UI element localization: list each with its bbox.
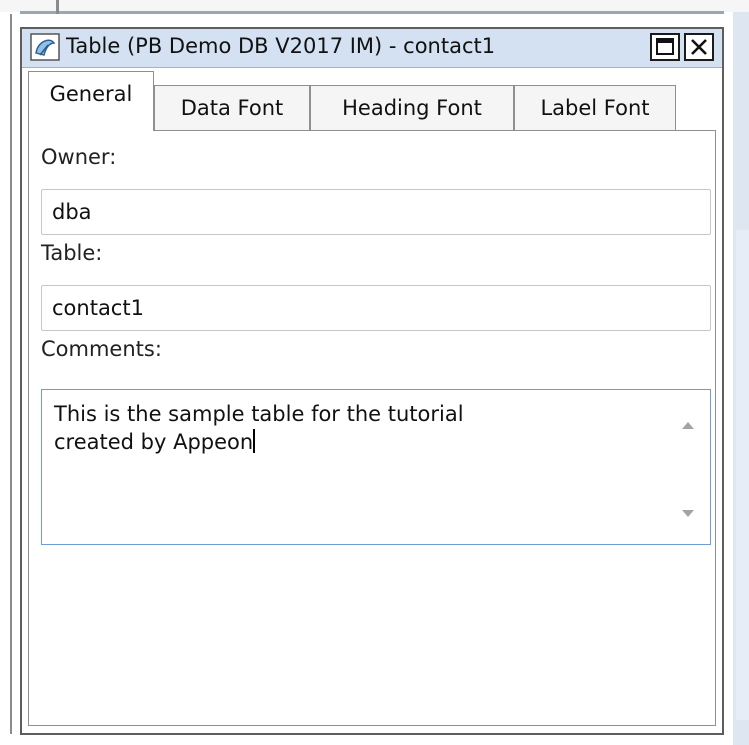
- general-tab-panel: Owner: dba Table: contact1 Comments: Thi…: [28, 130, 716, 726]
- maximize-icon: [656, 38, 674, 55]
- tab-general[interactable]: General: [28, 71, 154, 131]
- table-label: Table:: [41, 241, 103, 265]
- maximize-button[interactable]: [650, 33, 680, 61]
- background-splitter-notch: [56, 0, 59, 14]
- background-left-divider: [10, 14, 12, 734]
- window-title: Table (PB Demo DB V2017 IM) - contact1: [66, 34, 496, 58]
- owner-label: Owner:: [41, 145, 117, 169]
- tab-general-label: General: [49, 82, 133, 106]
- tab-heading-font-label: Heading Font: [342, 96, 482, 120]
- scroll-up-arrow-icon[interactable]: [678, 418, 698, 432]
- text-caret: [253, 429, 256, 453]
- tab-heading-font[interactable]: Heading Font: [310, 85, 514, 131]
- background-right-scroll-track: [736, 230, 749, 720]
- table-name-field[interactable]: contact1: [41, 285, 711, 331]
- comments-label: Comments:: [41, 337, 162, 361]
- comments-value: This is the sample table for the tutoria…: [54, 402, 464, 454]
- table-properties-icon: [30, 33, 60, 61]
- table-properties-window: Table (PB Demo DB V2017 IM) - contact1 G…: [20, 27, 724, 735]
- tab-label-font[interactable]: Label Font: [514, 85, 676, 131]
- tab-data-font-label: Data Font: [180, 96, 284, 120]
- comments-text: This is the sample table for the tutoria…: [54, 400, 654, 456]
- scroll-down-arrow-icon[interactable]: [678, 506, 698, 520]
- background-top-divider: [20, 11, 724, 14]
- tab-label-font-label: Label Font: [540, 96, 650, 120]
- tab-data-font[interactable]: Data Font: [154, 85, 310, 131]
- window-titlebar[interactable]: Table (PB Demo DB V2017 IM) - contact1: [22, 29, 722, 68]
- comments-textarea[interactable]: This is the sample table for the tutoria…: [41, 389, 711, 545]
- owner-field[interactable]: dba: [41, 189, 711, 235]
- close-button[interactable]: [684, 33, 714, 61]
- close-icon: [691, 39, 707, 55]
